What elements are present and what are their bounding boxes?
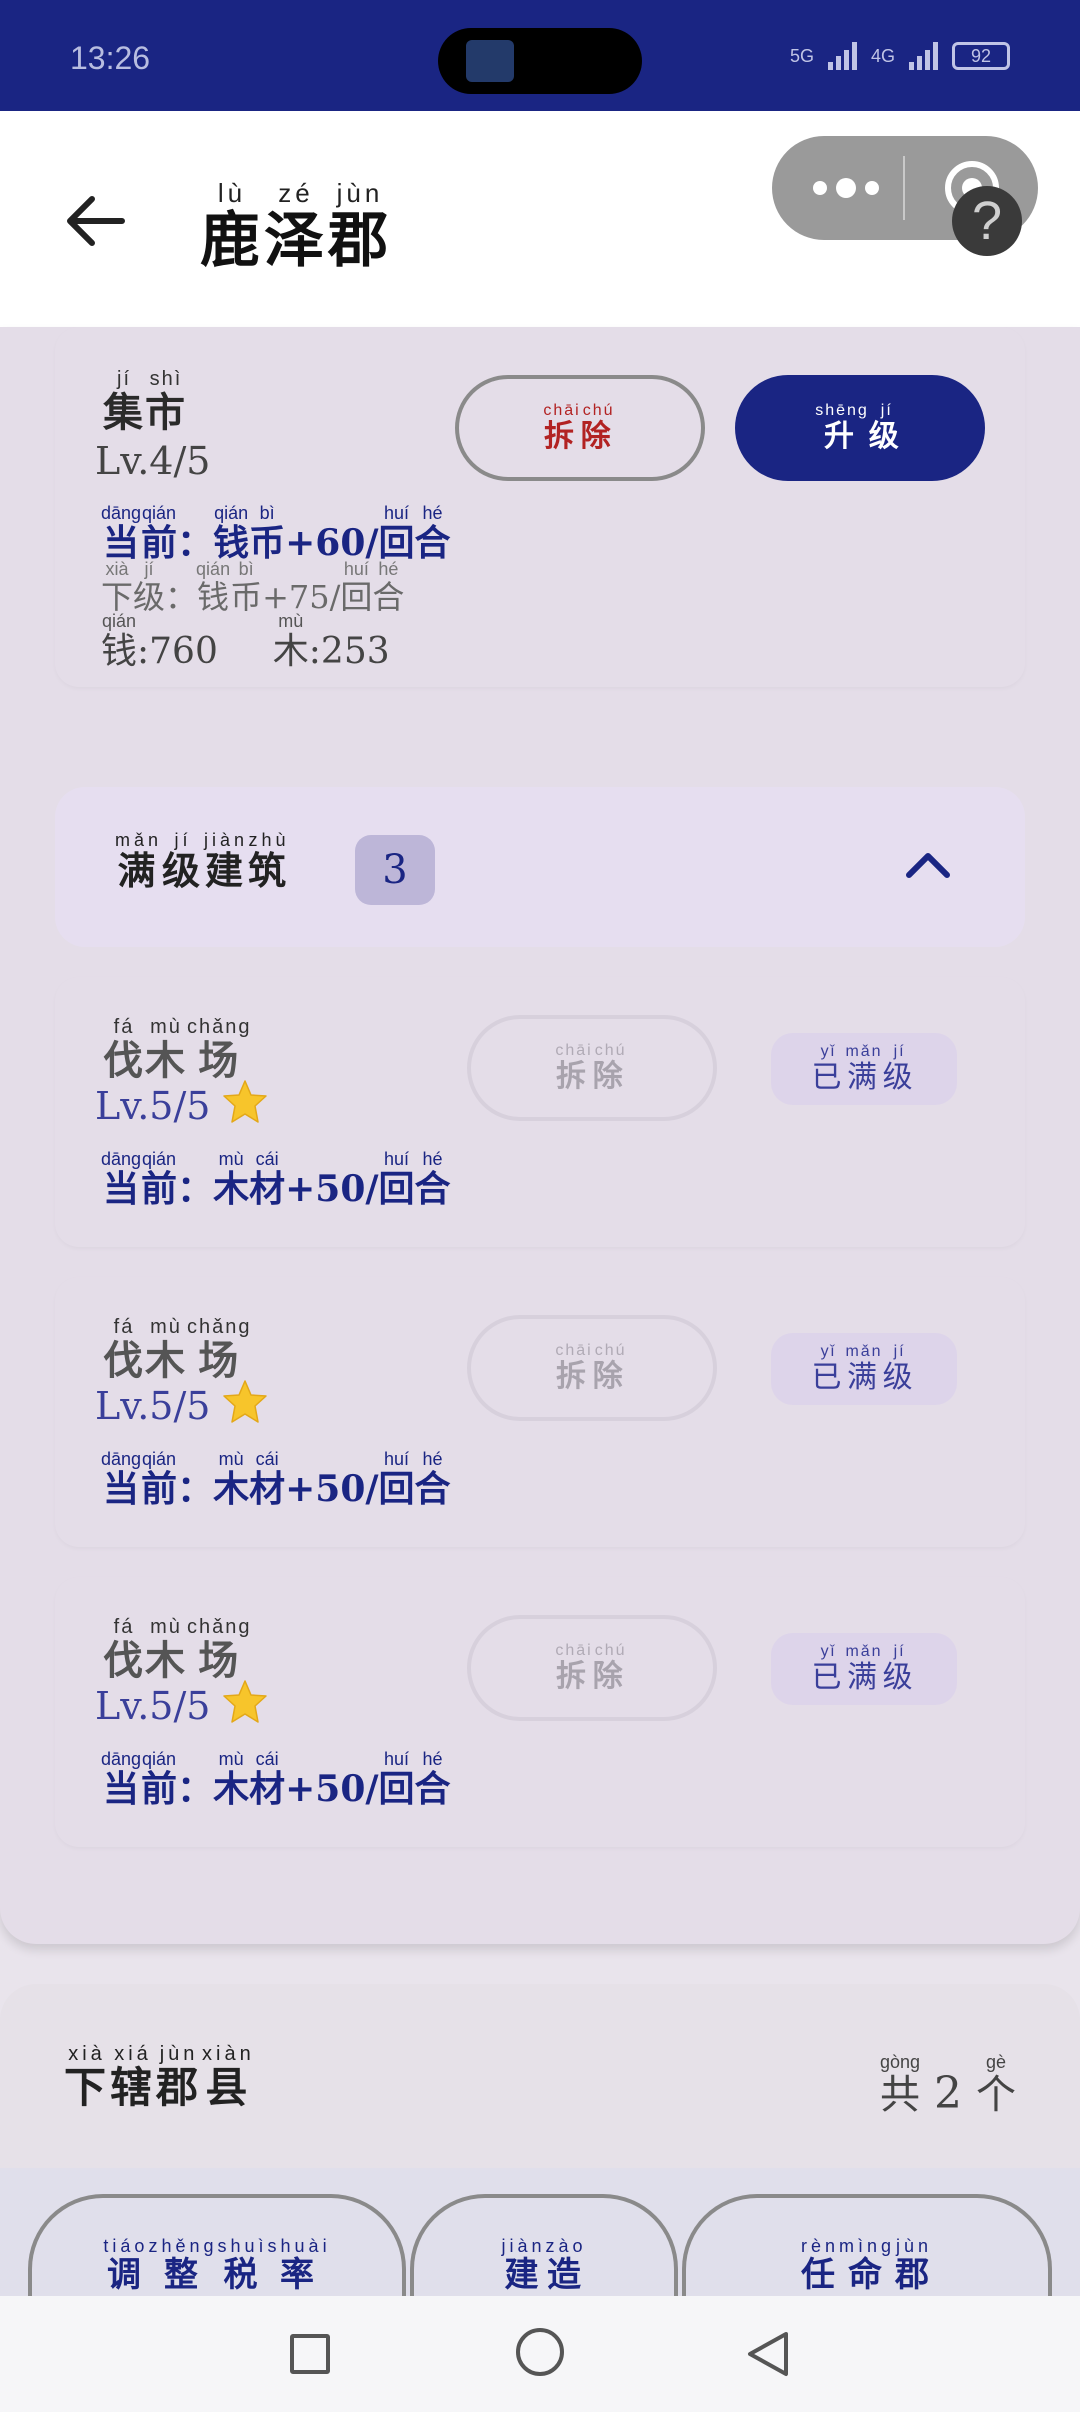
buildings-panel: 集jí市shì Lv.4/5 拆chāi 除chú 升shēng 级jí 当dāng… <box>0 327 1080 1944</box>
building-level: Lv.4/5 <box>95 439 211 483</box>
county-count: 共gòng2 个gè <box>879 2052 1016 2119</box>
current-output: 当dāng前qián：木mù材cái+50/回huí合hé <box>101 1749 451 1810</box>
building-card-lumberyard: 伐fá木mù场chǎng Lv.5/5 拆chāi 除chú 已yǐ 满mǎn 级jí 当dā… <box>55 1277 1025 1547</box>
network-4g-label: 4G <box>870 45 895 66</box>
signal-icon <box>827 42 857 70</box>
status-bar: 13:26 5G 4G 92 <box>0 0 1080 111</box>
demolish-button-disabled: 拆chāi 除chú <box>467 1315 717 1421</box>
building-name: 伐fá木mù场chǎng <box>103 1316 252 1384</box>
current-output: 当dāng前qián：木mù材cái+50/回huí合hé <box>101 1149 451 1210</box>
system-nav-bar <box>0 2296 1080 2412</box>
demolish-button-disabled: 拆chāi 除chú <box>467 1015 717 1121</box>
demolish-button-disabled: 拆chāi 除chú <box>467 1615 717 1721</box>
back-arrow-icon[interactable] <box>60 191 130 251</box>
app-header: 鹿lù泽zé郡jùn <box>0 111 1080 327</box>
current-output: 当dāng前qián：木mù材cái+50/回huí合hé <box>101 1449 451 1510</box>
help-button[interactable]: ? <box>952 186 1022 256</box>
more-icon[interactable] <box>806 172 886 204</box>
signal-icon <box>909 42 938 70</box>
building-level: Lv.5/5 <box>95 1679 268 1728</box>
network-5g-label: 5G <box>789 45 814 66</box>
current-output: 当dāng前qián：钱qián币bì+60/回huí合hé <box>101 503 451 564</box>
upgrade-cost: 钱qián:760 木mù:253 <box>101 611 390 672</box>
building-card-lumberyard: 伐fá木mù场chǎng Lv.5/5 拆chāi 除chú 已yǐ 满mǎn 级jí 当dā… <box>55 977 1025 1247</box>
county-title: 下xià辖xiá郡jùn县xiàn <box>64 2043 255 2112</box>
maxed-badge: 已yǐ 满mǎn 级jí <box>771 1033 957 1105</box>
status-time: 13:26 <box>70 40 151 76</box>
maxed-buildings-header[interactable]: 满mǎn级jí建jiàn筑zhù 3 <box>55 787 1025 947</box>
next-level-output: 下xià级jí：钱qián币bì+75/回huí合hé <box>101 559 405 616</box>
star-icon <box>223 1380 268 1423</box>
building-name: 伐fá木mù场chǎng <box>103 1616 252 1684</box>
count-badge: 3 <box>355 835 435 905</box>
building-name: 伐fá木mù场chǎng <box>103 1016 252 1084</box>
status-icons: 5G 4G 92 <box>790 42 1010 70</box>
chevron-up-icon[interactable] <box>905 849 951 879</box>
building-card-market: 集jí市shì Lv.4/5 拆chāi 除chú 升shēng 级jí 当dāng… <box>55 327 1025 687</box>
star-icon <box>223 1080 268 1123</box>
page-title: 鹿lù泽zé郡jùn <box>200 178 392 276</box>
section-title: 满mǎn级jí建jiàn筑zhù <box>115 830 291 893</box>
camera-notch <box>438 28 642 94</box>
capsule-divider <box>903 156 905 220</box>
building-name: 集jí市shì <box>103 368 187 436</box>
nav-back-icon[interactable] <box>744 2330 790 2378</box>
home-icon[interactable] <box>516 2328 564 2376</box>
building-card-lumberyard: 伐fá木mù场chǎng Lv.5/5 拆chāi 除chú 已yǐ 满mǎn 级jí 当dā… <box>55 1577 1025 1847</box>
battery-icon: 92 <box>952 42 1010 70</box>
maxed-badge: 已yǐ 满mǎn 级jí <box>771 1633 957 1705</box>
star-icon <box>223 1680 268 1723</box>
building-level: Lv.5/5 <box>95 1379 268 1428</box>
camera-icon <box>466 40 514 82</box>
recent-apps-icon[interactable] <box>290 2334 330 2374</box>
upgrade-button[interactable]: 升shēng 级jí <box>735 375 985 481</box>
building-level: Lv.5/5 <box>95 1079 268 1128</box>
demolish-button[interactable]: 拆chāi 除chú <box>455 375 705 481</box>
maxed-badge: 已yǐ 满mǎn 级jí <box>771 1333 957 1405</box>
